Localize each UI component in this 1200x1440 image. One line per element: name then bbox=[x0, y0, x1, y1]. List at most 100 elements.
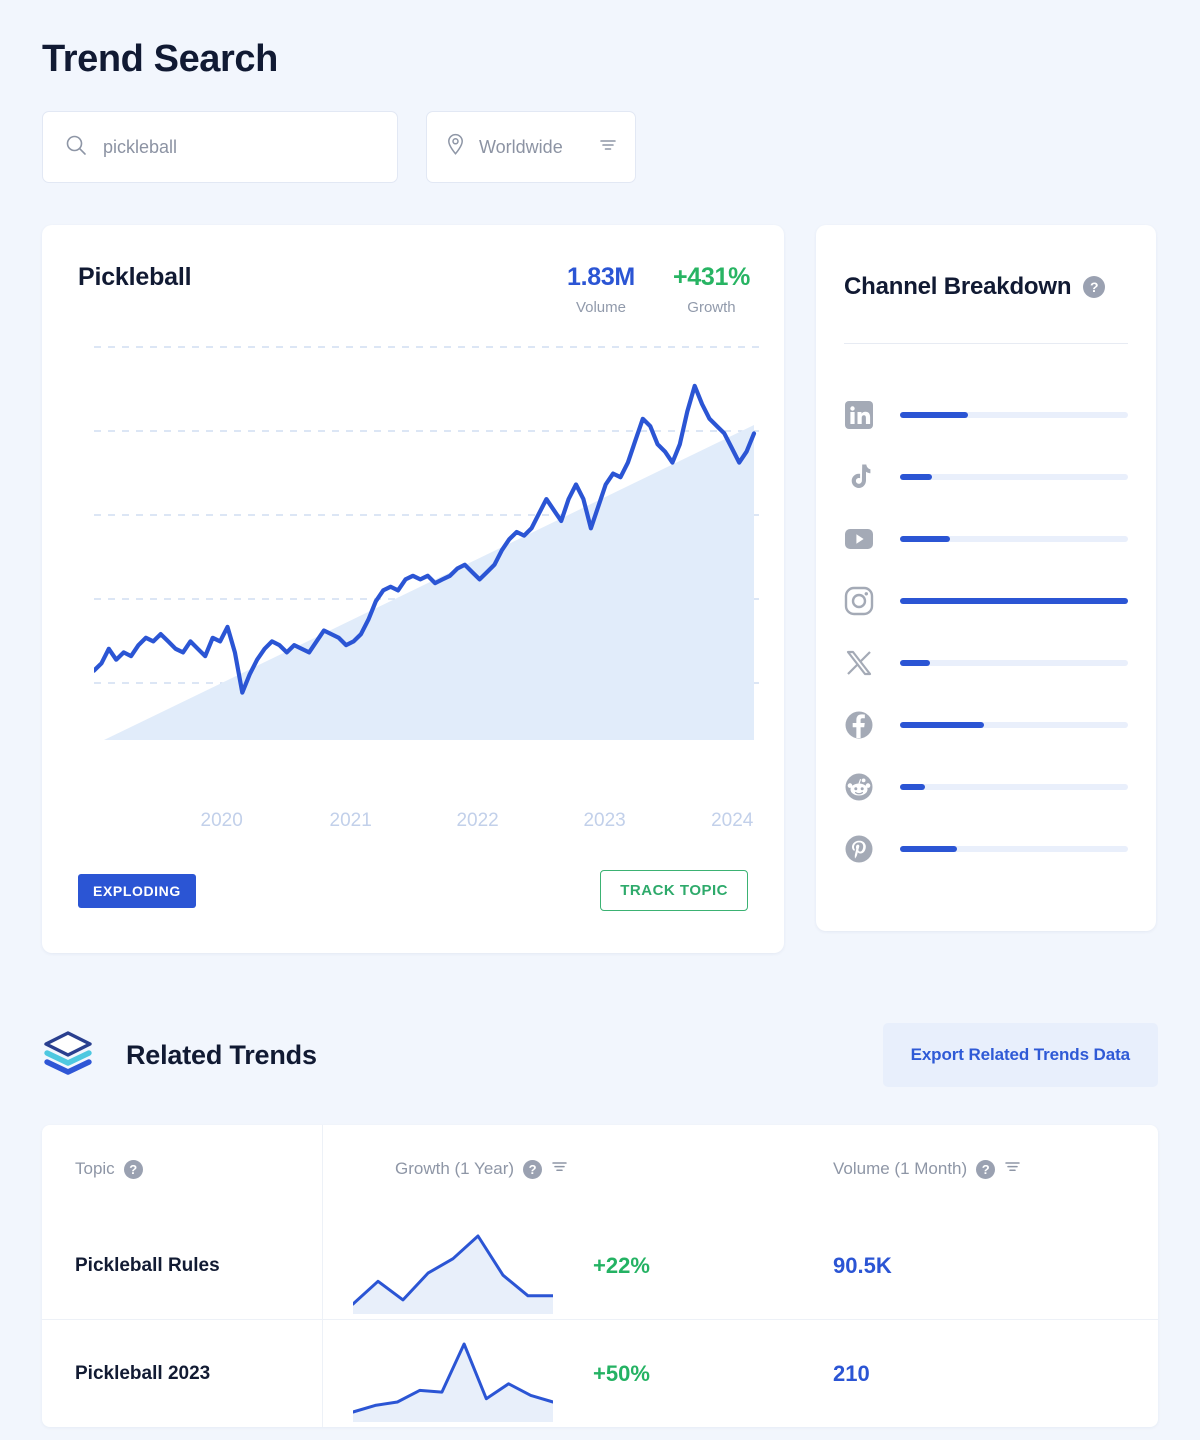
channel-bar-fill bbox=[900, 660, 930, 666]
column-header-growth[interactable]: Growth (1 Year) ? bbox=[323, 1125, 778, 1213]
channel-list bbox=[816, 344, 1156, 880]
related-trends-title: Related Trends bbox=[126, 1039, 317, 1070]
column-label-growth: Growth (1 Year) bbox=[395, 1159, 515, 1178]
trend-line-chart[interactable] bbox=[94, 335, 784, 805]
growth-label: Growth bbox=[687, 299, 736, 316]
channel-row-pinterest bbox=[844, 818, 1128, 880]
help-icon[interactable]: ? bbox=[976, 1159, 996, 1179]
x-tick-2023: 2023 bbox=[583, 810, 626, 831]
search-input[interactable]: pickleball bbox=[42, 111, 398, 183]
location-selector[interactable]: Worldwide bbox=[426, 111, 636, 183]
search-row: pickleball Worldwide bbox=[42, 111, 1158, 183]
x-tick-2021: 2021 bbox=[329, 810, 372, 831]
page-title: Trend Search bbox=[42, 38, 278, 80]
channel-row-reddit bbox=[844, 756, 1128, 818]
table-header-row: Topic ? Growth (1 Year) ? Volume (1 Mont… bbox=[42, 1125, 1158, 1213]
channel-bar-track bbox=[900, 784, 1128, 790]
trend-card-footer: EXPLODING TRACK TOPIC bbox=[42, 870, 784, 911]
facebook-icon bbox=[844, 710, 874, 740]
youtube-icon bbox=[844, 524, 874, 554]
instagram-icon bbox=[844, 586, 874, 616]
sparkline-chart bbox=[351, 1218, 555, 1314]
channel-bar-fill bbox=[900, 784, 926, 790]
table-row[interactable]: Pickleball Rules +22% 90.5K bbox=[42, 1213, 1158, 1320]
topic-cell: Pickleball Rules bbox=[42, 1213, 323, 1319]
channel-row-facebook bbox=[844, 694, 1128, 756]
filter-icon[interactable] bbox=[1004, 1159, 1021, 1179]
trend-search-page: Trend Search pickleball Worldwide Pickle… bbox=[0, 0, 1200, 1440]
volume-value: 210 bbox=[833, 1360, 870, 1386]
sparkline-chart bbox=[351, 1326, 555, 1422]
volume-value: 1.83M bbox=[566, 263, 635, 291]
channel-bar-track bbox=[900, 846, 1128, 852]
trend-stats: 1.83M Volume +431% Growth bbox=[567, 263, 750, 316]
x-tick-2024: 2024 bbox=[711, 810, 754, 831]
channel-bar-fill bbox=[900, 722, 985, 728]
related-topic-name: Pickleball 2023 bbox=[75, 1362, 211, 1384]
growth-value: +22% bbox=[593, 1253, 650, 1278]
channel-breakdown-title: Channel Breakdown bbox=[844, 273, 1072, 300]
status-badge: EXPLODING bbox=[78, 873, 196, 908]
help-icon[interactable]: ? bbox=[123, 1159, 143, 1179]
volume-cell: 210 bbox=[778, 1320, 1158, 1427]
export-related-trends-button[interactable]: Export Related Trends Data bbox=[882, 1023, 1158, 1087]
channel-row-youtube bbox=[844, 508, 1128, 570]
help-icon[interactable]: ? bbox=[1083, 276, 1106, 298]
cards-row: Pickleball 1.83M Volume +431% Growth 202… bbox=[42, 225, 1158, 953]
growth-stat: +431% Growth bbox=[673, 263, 750, 316]
help-icon[interactable]: ? bbox=[523, 1159, 543, 1179]
column-label-volume: Volume (1 Month) bbox=[833, 1159, 968, 1178]
search-input-value: pickleball bbox=[103, 136, 178, 157]
channel-bar-track bbox=[900, 474, 1128, 480]
pinterest-icon bbox=[844, 834, 874, 864]
channel-bar-fill bbox=[900, 412, 969, 418]
related-trends-header: Related Trends Export Related Trends Dat… bbox=[42, 1023, 1158, 1087]
search-icon bbox=[65, 134, 87, 161]
channel-bar-track bbox=[900, 722, 1128, 728]
column-header-volume[interactable]: Volume (1 Month) ? bbox=[778, 1125, 1158, 1213]
related-trends-table: Topic ? Growth (1 Year) ? Volume (1 Mont… bbox=[42, 1125, 1158, 1427]
channel-breakdown-card: Channel Breakdown ? bbox=[816, 225, 1156, 931]
volume-cell: 90.5K bbox=[778, 1213, 1158, 1319]
location-value: Worldwide bbox=[479, 136, 563, 157]
channel-bar-track bbox=[900, 412, 1128, 418]
table-body: Pickleball Rules +22% 90.5K Pickleball 2… bbox=[42, 1213, 1158, 1427]
table-header: Topic ? Growth (1 Year) ? Volume (1 Mont… bbox=[42, 1125, 1158, 1213]
trend-chart-card: Pickleball 1.83M Volume +431% Growth 202… bbox=[42, 225, 784, 953]
x-twitter-icon bbox=[844, 648, 874, 678]
channel-bar-track bbox=[900, 660, 1128, 666]
filter-icon[interactable] bbox=[599, 137, 617, 158]
column-header-topic[interactable]: Topic ? bbox=[42, 1125, 323, 1213]
volume-label: Volume bbox=[575, 299, 626, 316]
column-label-topic: Topic bbox=[75, 1159, 115, 1178]
channel-bar-fill bbox=[900, 474, 932, 480]
filter-icon[interactable] bbox=[551, 1159, 568, 1179]
table-row[interactable]: Pickleball 2023 +50% 210 bbox=[42, 1320, 1158, 1427]
topic-cell: Pickleball 2023 bbox=[42, 1320, 323, 1427]
channel-row-instagram bbox=[844, 570, 1128, 632]
growth-value: +431% bbox=[672, 263, 750, 291]
channel-bar-track bbox=[900, 598, 1128, 604]
related-topic-name: Pickleball Rules bbox=[75, 1255, 220, 1276]
tiktok-icon bbox=[844, 462, 874, 492]
linkedin-icon bbox=[844, 400, 874, 430]
trend-card-header: Pickleball 1.83M Volume +431% Growth bbox=[42, 225, 784, 316]
trend-topic-name: Pickleball bbox=[78, 263, 192, 291]
channel-bar-track bbox=[900, 536, 1128, 542]
growth-cell: +50% bbox=[323, 1320, 778, 1427]
x-tick-2020: 2020 bbox=[200, 810, 243, 831]
chart-x-axis: 2020 2021 2022 2023 2024 bbox=[94, 810, 784, 840]
channel-breakdown-header: Channel Breakdown ? bbox=[816, 225, 1156, 301]
channel-row-x bbox=[844, 632, 1128, 694]
track-topic-button[interactable]: TRACK TOPIC bbox=[600, 870, 748, 911]
volume-value: 90.5K bbox=[833, 1253, 892, 1278]
channel-bar-fill bbox=[900, 536, 951, 542]
x-tick-2022: 2022 bbox=[456, 810, 499, 831]
growth-cell: +22% bbox=[323, 1213, 778, 1319]
channel-row-tiktok bbox=[844, 446, 1128, 508]
layers-icon bbox=[42, 1029, 94, 1082]
growth-value: +50% bbox=[593, 1360, 650, 1386]
map-pin-icon bbox=[445, 133, 466, 161]
reddit-icon bbox=[844, 772, 874, 802]
volume-stat: 1.83M Volume bbox=[567, 263, 635, 316]
